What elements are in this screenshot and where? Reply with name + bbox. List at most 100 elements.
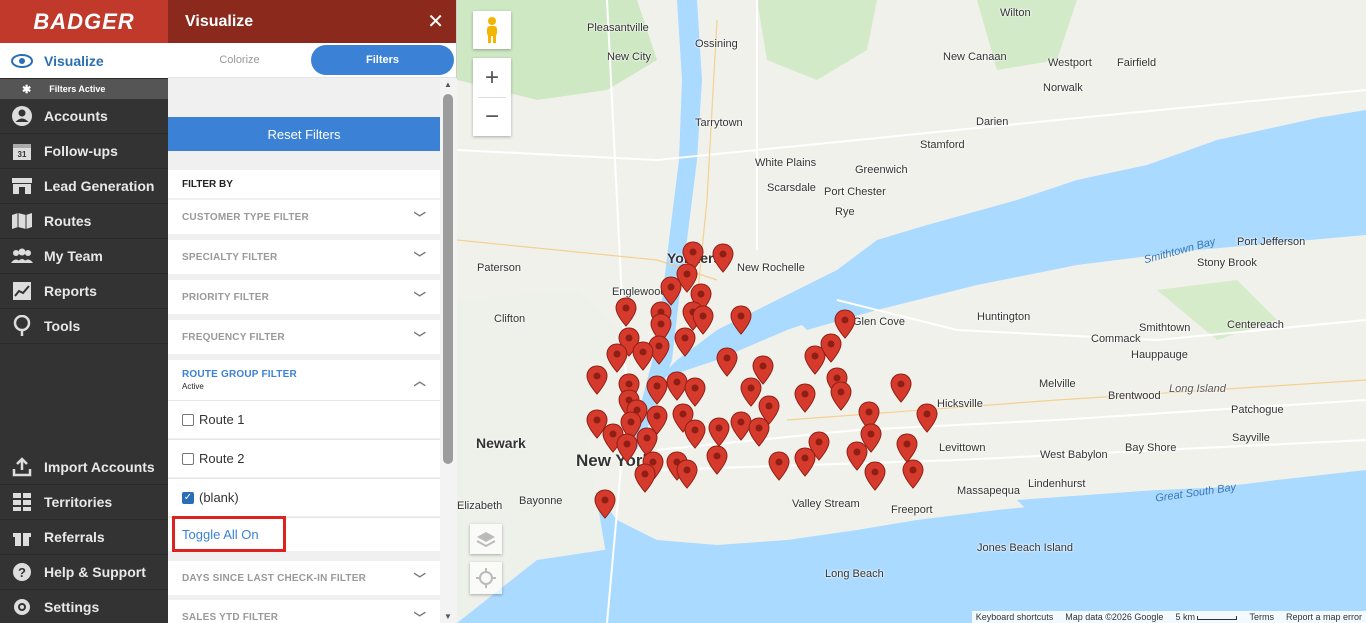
map-marker[interactable] <box>916 403 938 433</box>
map-marker[interactable] <box>864 461 886 491</box>
filter-by-heading: FILTER BY <box>168 170 440 198</box>
report-map-error-link[interactable]: Report a map error <box>1286 612 1362 622</box>
marker-layer <box>586 241 938 519</box>
upload-icon <box>10 457 34 477</box>
map-marker[interactable] <box>794 447 816 477</box>
panel-scrollbar[interactable]: ▲ ▼ <box>440 78 457 623</box>
map-marker[interactable] <box>646 375 668 405</box>
close-icon[interactable]: ✕ <box>427 9 444 34</box>
nav-item-my-team[interactable]: My Team <box>0 239 168 274</box>
nav-label: Tools <box>44 318 81 334</box>
nav-item-lead-generation[interactable]: Lead Generation <box>0 169 168 204</box>
map-marker[interactable] <box>768 451 790 481</box>
map-marker[interactable] <box>660 276 682 306</box>
pin-icon <box>10 315 34 336</box>
nav-item-help-support[interactable]: ? Help & Support <box>0 555 168 590</box>
map-marker[interactable] <box>794 383 816 413</box>
map-marker[interactable] <box>712 243 734 273</box>
map-marker[interactable] <box>692 305 714 335</box>
map-marker[interactable] <box>846 441 868 471</box>
map-marker[interactable] <box>586 365 608 395</box>
chevron-down-icon: ﹀ <box>413 290 426 305</box>
tab-colorize[interactable]: Colorize <box>168 43 311 77</box>
map-marker[interactable] <box>706 445 728 475</box>
map-marker[interactable] <box>730 305 752 335</box>
map-marker[interactable] <box>890 373 912 403</box>
scroll-up-icon[interactable]: ▲ <box>444 80 452 89</box>
reset-filters-button[interactable]: Reset Filters <box>168 117 440 151</box>
street-view-pegman-button[interactable] <box>473 11 511 49</box>
map-marker[interactable] <box>748 417 770 447</box>
nav-item-follow-ups[interactable]: 31 Follow-ups <box>0 134 168 169</box>
keyboard-shortcuts-link[interactable]: Keyboard shortcuts <box>976 612 1054 622</box>
map-marker[interactable] <box>632 341 654 371</box>
team-icon <box>10 246 34 266</box>
map-marker[interactable] <box>615 297 637 327</box>
map-marker[interactable] <box>674 327 696 357</box>
layers-button[interactable] <box>470 524 502 554</box>
nav-label: Accounts <box>44 108 108 124</box>
option-blank[interactable]: ✓ (blank) <box>168 478 440 516</box>
option-route-2[interactable]: Route 2 <box>168 439 440 477</box>
nav-item-import-accounts[interactable]: Import Accounts <box>0 450 168 485</box>
chevron-down-icon: ﹀ <box>413 330 426 345</box>
terms-link[interactable]: Terms <box>1249 612 1274 622</box>
map-marker[interactable] <box>606 343 628 373</box>
map-data-credit: Map data ©2026 Google <box>1065 612 1164 622</box>
map-canvas[interactable]: New City Ossining Pleasantville Tarrytow… <box>457 0 1366 623</box>
map-marker[interactable] <box>684 419 706 449</box>
map-marker[interactable] <box>708 417 730 447</box>
filter-route-group[interactable]: ROUTE GROUP FILTER Active ︿ <box>168 360 440 400</box>
option-route-1[interactable]: Route 1 <box>168 400 440 438</box>
checkbox-checked[interactable]: ✓ <box>182 491 194 504</box>
panel-title: Visualize <box>185 12 254 30</box>
map-marker[interactable] <box>634 463 656 493</box>
chart-icon <box>10 281 34 301</box>
map-marker[interactable] <box>716 347 738 377</box>
nav-bottom: Import Accounts Territories Referrals ? … <box>0 450 168 623</box>
nav-item-accounts[interactable]: Accounts <box>0 99 168 134</box>
logo[interactable]: BADGER <box>0 0 168 43</box>
map-marker[interactable] <box>684 377 706 407</box>
scroll-down-icon[interactable]: ▼ <box>444 612 452 621</box>
map-marker[interactable] <box>902 459 924 489</box>
map-marker[interactable] <box>730 411 752 441</box>
nav-label: Help & Support <box>44 564 146 580</box>
store-icon <box>10 176 34 196</box>
filter-specialty[interactable]: SPECIALTY FILTER ﹀ <box>168 240 440 274</box>
pegman-icon <box>487 17 497 43</box>
map-marker[interactable] <box>830 381 852 411</box>
filters-active-indicator[interactable]: ✱ Filters Active <box>0 79 168 99</box>
nav-item-tools[interactable]: Tools <box>0 309 168 344</box>
checkbox[interactable] <box>182 452 194 465</box>
zoom-out-button[interactable]: − <box>485 98 499 136</box>
map-marker[interactable] <box>740 377 762 407</box>
nav-item-visualize[interactable]: Visualize <box>0 43 168 79</box>
filter-sales-ytd[interactable]: SALES YTD FILTER ﹀ <box>168 600 440 623</box>
nav-item-routes[interactable]: Routes <box>0 204 168 239</box>
map-marker[interactable] <box>834 309 856 339</box>
tab-filters[interactable]: Filters <box>311 45 454 75</box>
my-location-button[interactable] <box>470 562 502 594</box>
map-marker[interactable] <box>616 433 638 463</box>
map-marker[interactable] <box>594 489 616 519</box>
scroll-thumb[interactable] <box>443 94 453 464</box>
filter-days-since-check-in[interactable]: DAYS SINCE LAST CHECK-IN FILTER ﹀ <box>168 561 440 595</box>
nav-item-reports[interactable]: Reports <box>0 274 168 309</box>
filter-customer-type[interactable]: CUSTOMER TYPE FILTER ﹀ <box>168 200 440 234</box>
option-label: Route 1 <box>199 412 245 427</box>
nav-item-settings[interactable]: Settings <box>0 590 168 623</box>
zoom-in-button[interactable]: + <box>485 59 499 97</box>
logo-text: BADGER <box>33 8 135 34</box>
map-marker[interactable] <box>804 345 826 375</box>
checkbox[interactable] <box>182 413 194 426</box>
nav-item-referrals[interactable]: Referrals <box>0 520 168 555</box>
filter-label-wrap: ROUTE GROUP FILTER Active <box>182 369 297 391</box>
toggle-all-on-link[interactable]: Toggle All On <box>172 516 286 552</box>
map-marker[interactable] <box>676 459 698 489</box>
map-marker[interactable] <box>666 371 688 401</box>
filter-frequency[interactable]: FREQUENCY FILTER ﹀ <box>168 320 440 354</box>
map-marker[interactable] <box>896 433 918 463</box>
nav-item-territories[interactable]: Territories <box>0 485 168 520</box>
filter-priority[interactable]: PRIORITY FILTER ﹀ <box>168 280 440 314</box>
